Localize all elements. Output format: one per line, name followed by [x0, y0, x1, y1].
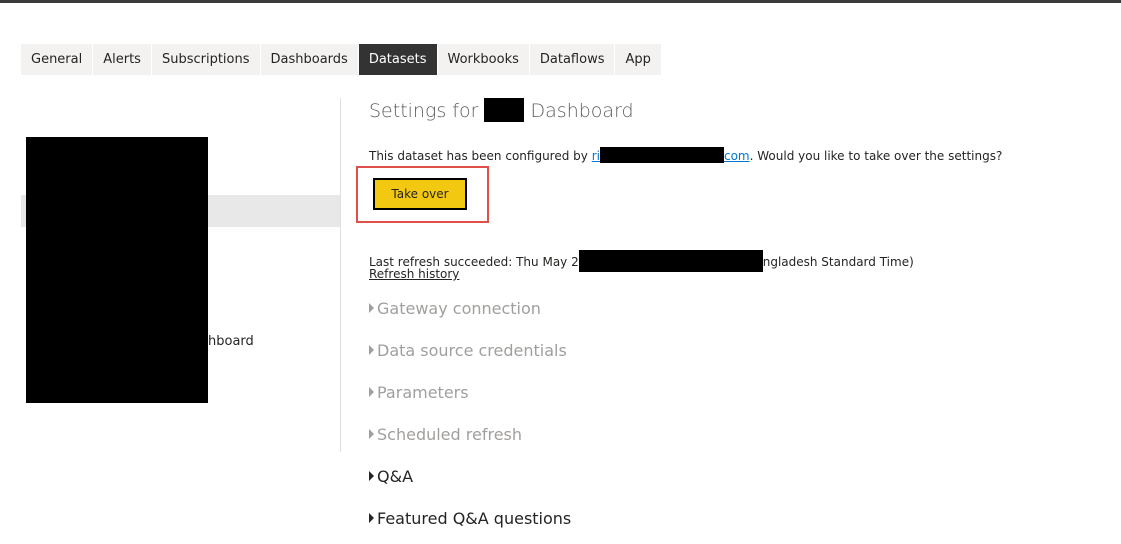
tab-alerts[interactable]: Alerts: [93, 44, 151, 75]
msg-prefix: This dataset has been configured by: [369, 149, 592, 163]
caret-right-icon: [369, 513, 374, 523]
tab-subscriptions[interactable]: Subscriptions: [151, 44, 260, 75]
caret-right-icon: [369, 429, 374, 439]
redacted-email: [599, 147, 724, 163]
caret-right-icon: [369, 471, 374, 481]
tab-dashboards[interactable]: Dashboards: [260, 44, 358, 75]
section-parameters[interactable]: Parameters: [369, 383, 469, 402]
section-label: Featured Q&A questions: [377, 509, 572, 528]
caret-right-icon: [369, 387, 374, 397]
caret-right-icon: [369, 345, 374, 355]
msg-suffix: . Would you like to take over the settin…: [749, 149, 1003, 163]
title-prefix: Settings for: [369, 100, 479, 122]
redacted-date: [578, 250, 763, 272]
section-label: Scheduled refresh: [377, 425, 523, 444]
email-start: ri: [591, 149, 600, 163]
take-over-button[interactable]: Take over: [373, 178, 467, 210]
owner-email-link[interactable]: ri com: [591, 147, 750, 163]
divider: [340, 98, 341, 452]
dataset-list-item[interactable]: hboard: [208, 334, 254, 349]
email-end: com: [723, 149, 750, 163]
tab-dataflows[interactable]: Dataflows: [529, 44, 615, 75]
section-label: Q&A: [377, 467, 414, 486]
redacted-dataset-list: [26, 137, 208, 403]
redacted-name: [484, 98, 525, 122]
section-label: Data source credentials: [377, 341, 567, 360]
tab-app[interactable]: App: [615, 44, 661, 75]
section-scheduled-refresh[interactable]: Scheduled refresh: [369, 425, 522, 444]
section-gateway-connection[interactable]: Gateway connection: [369, 299, 541, 318]
section-label: Gateway connection: [377, 299, 541, 318]
tab-datasets[interactable]: Datasets: [358, 44, 437, 75]
caret-right-icon: [369, 303, 374, 313]
refresh-suffix: ngladesh Standard Time): [762, 255, 914, 269]
configured-message: This dataset has been configured by ri co…: [369, 147, 1002, 163]
refresh-history-link[interactable]: Refresh history: [369, 267, 459, 281]
tab-workbooks[interactable]: Workbooks: [437, 44, 529, 75]
title-suffix: Dashboard: [530, 100, 634, 122]
settings-tabs: General Alerts Subscriptions Dashboards …: [21, 44, 662, 75]
page-title: Settings for Dashboard: [369, 98, 634, 122]
section-label: Parameters: [377, 383, 469, 402]
section-data-source-credentials[interactable]: Data source credentials: [369, 341, 567, 360]
section-qa[interactable]: Q&A: [369, 467, 413, 486]
tab-general[interactable]: General: [21, 44, 93, 75]
top-bar: [0, 0, 1121, 3]
section-featured-qa-questions[interactable]: Featured Q&A questions: [369, 509, 571, 528]
